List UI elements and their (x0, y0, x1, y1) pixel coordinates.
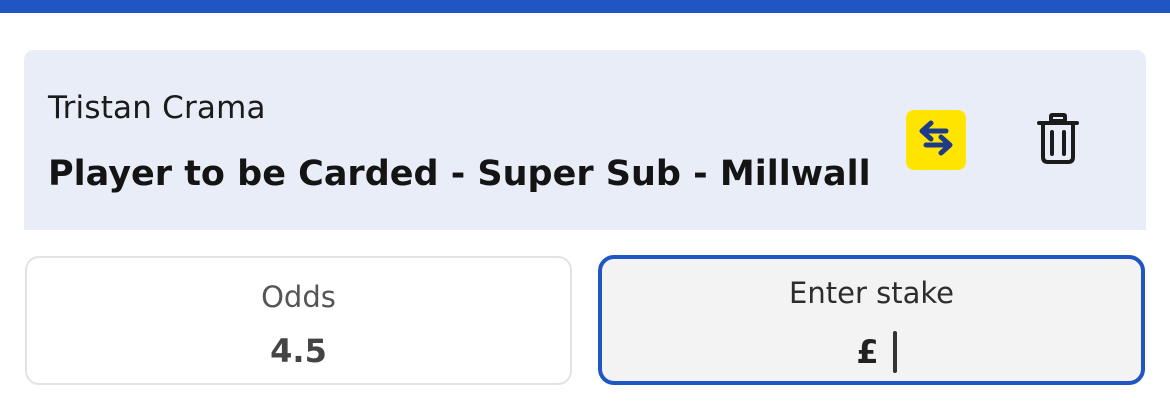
swap-arrows-icon (912, 118, 960, 162)
odds-label: Odds (261, 280, 336, 314)
currency-symbol: £ (856, 333, 879, 371)
stake-label: Enter stake (789, 276, 954, 310)
delete-selection-button[interactable] (1028, 110, 1088, 172)
stake-input-row[interactable]: £ (602, 331, 1141, 373)
odds-value: 4.5 (270, 332, 327, 370)
swap-button[interactable] (906, 110, 966, 170)
market-name: Player to be Carded - Super Sub - Millwa… (48, 154, 871, 194)
player-name: Tristan Crama (48, 90, 266, 126)
text-caret (892, 331, 897, 373)
stake-input[interactable]: Enter stake £ (598, 255, 1145, 385)
odds-box: Odds 4.5 (25, 256, 572, 385)
trash-icon (1036, 113, 1080, 169)
top-accent-bar (0, 0, 1170, 13)
bet-selection-card: Tristan Crama Player to be Carded - Supe… (24, 50, 1146, 230)
